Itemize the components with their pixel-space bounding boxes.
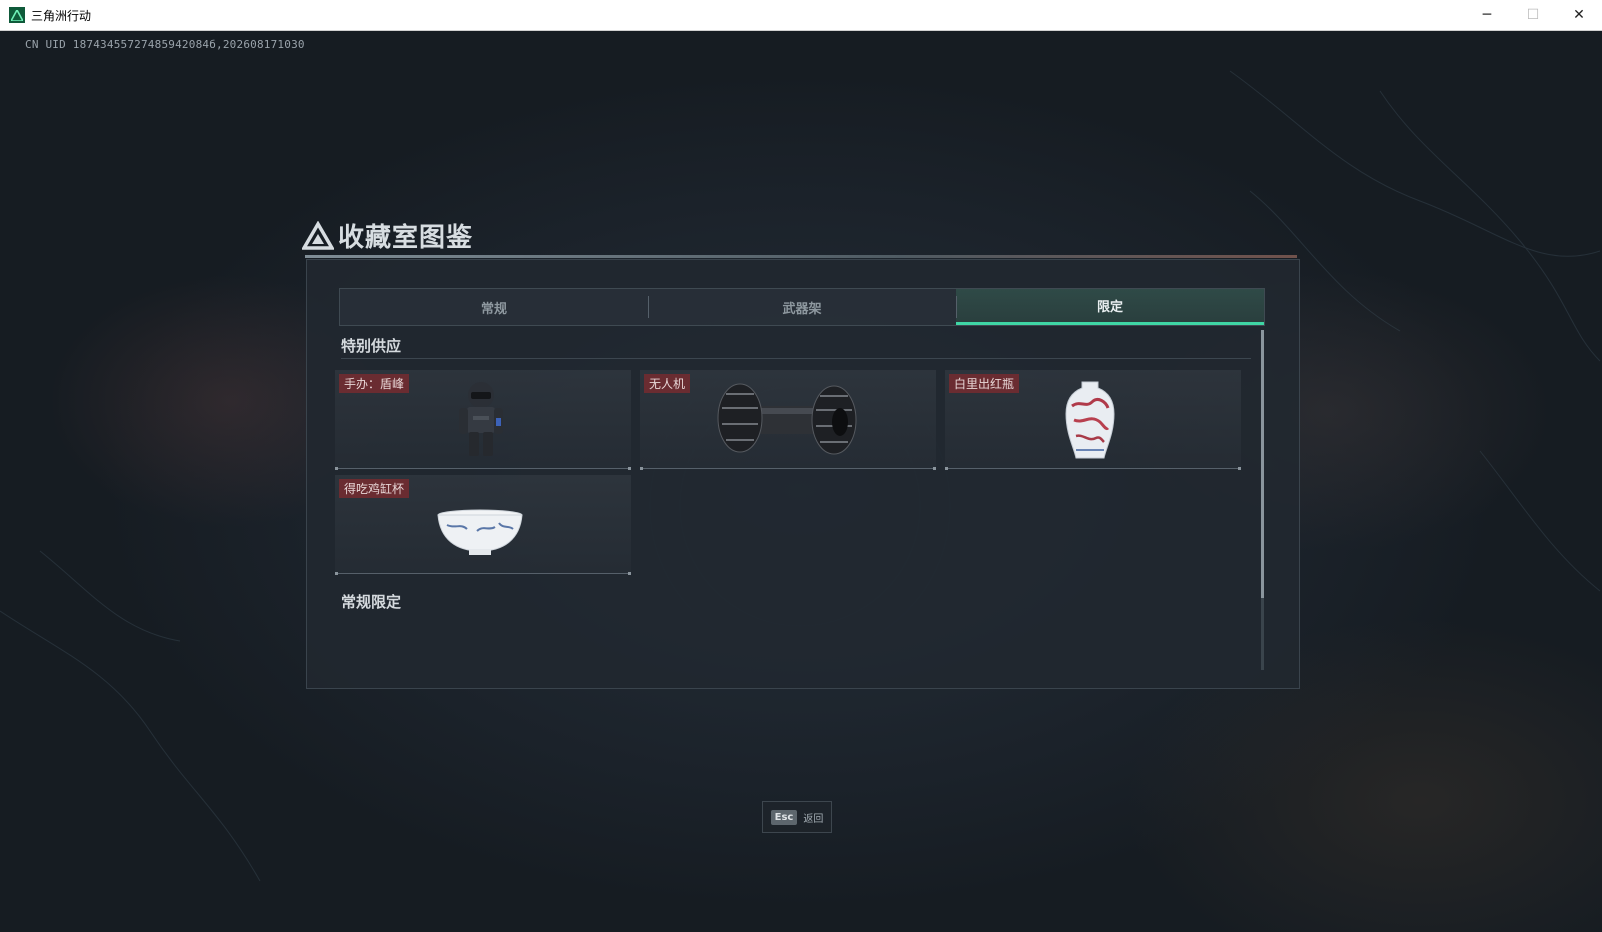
section-title-regular-limited: 常规限定 [341,593,402,611]
tab-bar: 常规 武器架 限定 [339,288,1265,326]
figure-icon [459,382,503,456]
item-card-bowl[interactable]: 得吃鸡缸杯 [335,475,631,575]
window-title: 三角洲行动 [31,8,92,23]
scrollbar[interactable] [1261,330,1264,670]
item-label: 手办：盾峰 [339,374,410,393]
page-title: 收藏室图鉴 [338,223,474,253]
tab-limited[interactable]: 限定 [956,289,1264,325]
close-button[interactable]: ✕ [1556,0,1602,30]
item-card-vase[interactable]: 白里出红瓶 [945,370,1241,470]
item-card-drone[interactable]: 无人机 [640,370,936,470]
window-controls: ─ ☐ ✕ [1464,0,1602,30]
app-logo-icon [9,7,25,23]
collection-panel: 常规 武器架 限定 特别供应 手办：盾峰 无人机 白里出红瓶 得吃鸡缸杯 常规限… [306,259,1300,689]
section-divider [341,358,1251,359]
bowl-icon [437,509,523,555]
heading-divider [305,255,1297,258]
delta-logo-icon [302,220,334,250]
window-titlebar: 三角洲行动 ─ ☐ ✕ [0,0,1602,31]
tab-regular[interactable]: 常规 [340,289,648,325]
game-viewport: CN UID 18743455727485942084б,20260817103… [0,31,1602,932]
item-label: 得吃鸡缸杯 [339,479,410,498]
minimize-button[interactable]: ─ [1464,0,1510,30]
maximize-button[interactable]: ☐ [1510,0,1556,30]
item-card-figure[interactable]: 手办：盾峰 [335,370,631,470]
back-button[interactable]: Esc 返回 [762,801,832,833]
esc-key-badge: Esc [770,809,798,825]
tab-weapon-rack[interactable]: 武器架 [648,289,956,325]
vase-icon [1065,381,1115,459]
back-label: 返回 [803,813,824,825]
scrollbar-thumb[interactable] [1261,330,1264,598]
page-heading: 收藏室图鉴 [302,217,473,254]
uid-text: CN UID 18743455727485942084б,20260817103… [25,38,305,51]
drone-icon [717,383,857,455]
item-label: 无人机 [644,374,691,393]
item-label: 白里出红瓶 [949,374,1020,393]
section-title-special: 特别供应 [341,337,402,355]
